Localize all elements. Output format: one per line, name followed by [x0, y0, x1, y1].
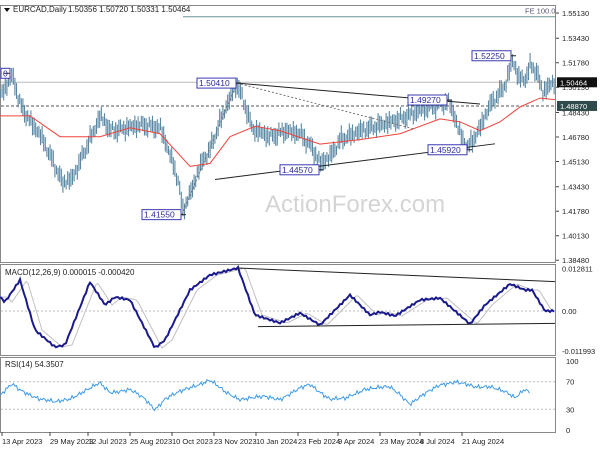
- date-label: 12 Jul 2023: [88, 437, 127, 446]
- date-label: 10 Oct 2023: [172, 437, 213, 446]
- date-label: 9 Apr 2024: [338, 437, 374, 446]
- chart-canvas: ActionForex.com FE 100.0 0 1.50410 1.41550 1…: [0, 5, 597, 446]
- macd-axis-label: 0.012811: [562, 264, 593, 273]
- date-label: 8 Jul 2024: [420, 437, 455, 446]
- price-tick-label: 1.40130: [562, 232, 589, 241]
- ohlc-values: 1.50356 1.50720 1.50331 1.50464: [68, 5, 191, 14]
- rsi-title: RSI(14) 54.3507: [5, 360, 64, 369]
- date-label: 23 Nov 2023: [214, 437, 257, 446]
- rsi-axis-label: 30: [566, 405, 574, 414]
- macd-trendline: [237, 267, 556, 283]
- date-label: 10 Jan 2024: [256, 437, 297, 446]
- macd-trendline: [257, 322, 556, 328]
- date-label: 23 Feb 2024: [298, 437, 340, 446]
- price-label: 1.50410: [199, 78, 230, 88]
- level-label: 1.48870: [560, 102, 587, 111]
- date-label: 21 Aug 2024: [462, 437, 504, 446]
- rsi-axis-label: 0: [566, 426, 570, 435]
- price-label: 1.49270: [410, 95, 441, 105]
- watermark: ActionForex.com: [265, 191, 445, 218]
- rsi-axis-label: 70: [566, 378, 574, 387]
- price-tick-label: 1.53430: [562, 34, 589, 43]
- price-label: 1.52250: [474, 51, 505, 61]
- price-label: 1.44570: [282, 165, 313, 175]
- date-label: 13 Apr 2023: [2, 437, 42, 446]
- price-tick-label: 1.41780: [562, 207, 589, 216]
- fib-label: FE 100.0: [525, 7, 555, 16]
- rsi-pane: [0, 357, 556, 433]
- price-tick-label: 1.55130: [562, 9, 589, 18]
- price-tick-label: 1.45130: [562, 157, 589, 166]
- date-label: 29 May 2023: [50, 437, 93, 446]
- rsi-axis-label: 100: [566, 357, 579, 366]
- date-label: 23 May 2024: [380, 437, 423, 446]
- macd-line: [0, 264, 555, 349]
- main-pane: [0, 5, 556, 263]
- price-label: 1.45920: [430, 145, 461, 155]
- price-label: 1.41550: [144, 210, 175, 220]
- macd-axis-label: 0.00: [562, 307, 577, 316]
- macd-title: MACD(12,26,9) 0.000015 -0.000420: [5, 268, 135, 277]
- symbol-title: EURCAD,Daily: [13, 5, 67, 14]
- trendline: [181, 82, 238, 215]
- price-tick-label: 1.51780: [562, 59, 589, 68]
- macd-signal-line: [0, 267, 554, 349]
- date-label: 25 Aug 2023: [130, 437, 172, 446]
- price-tick-label: 1.43430: [562, 183, 589, 192]
- current-price-label: 1.50464: [560, 78, 587, 87]
- rsi-line: [0, 379, 530, 412]
- macd-axis-label: -0.011993: [562, 347, 595, 356]
- collapse-triangle-icon[interactable]: [4, 8, 10, 12]
- price-tick-label: 1.46780: [562, 133, 589, 142]
